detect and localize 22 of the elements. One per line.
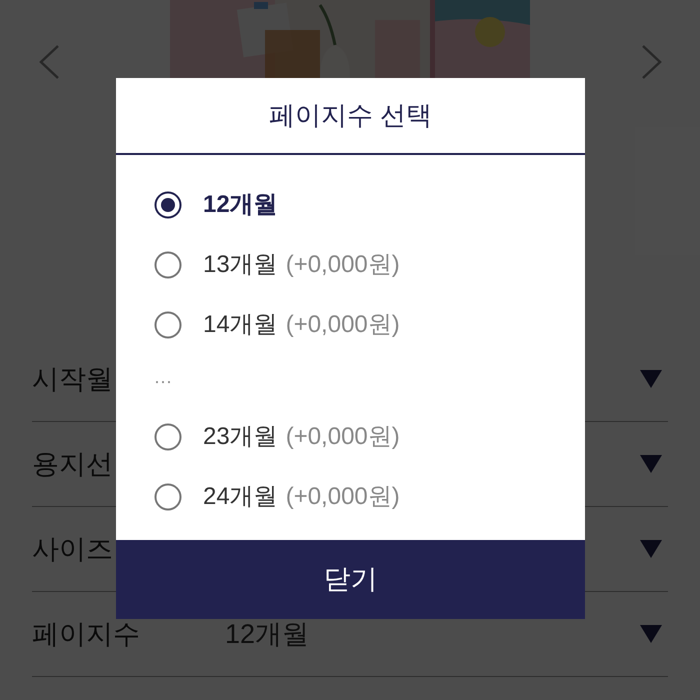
row-value: 12개월 [225, 618, 310, 651]
row-label: 시작월 [32, 364, 113, 394]
radio-option[interactable]: 24개월 (+0,000원) [116, 467, 585, 527]
dialog-title: 페이지수 선택 [116, 78, 585, 155]
option-label: 24개월 [203, 482, 278, 512]
row-label: 용지선 [32, 448, 113, 479]
option-price: (+0,000원) [286, 310, 400, 340]
radio-option[interactable]: 13개월 (+0,000원) [116, 235, 585, 295]
option-label: 13개월 [203, 250, 278, 280]
radio-option[interactable]: 14개월 (+0,000원) [116, 295, 585, 355]
row-label: 사이즈 [32, 534, 113, 564]
option-price: (+0,000원) [286, 250, 400, 280]
row-label: 페이지수 [32, 618, 140, 649]
radio-option[interactable]: 12개월 [116, 175, 585, 235]
option-label: 12개월 [203, 190, 278, 220]
radio-option[interactable]: 23개월 (+0,000원) [116, 407, 585, 467]
option-label: 14개월 [203, 310, 278, 340]
option-label: 23개월 [203, 422, 278, 452]
option-price: (+0,000원) [286, 482, 400, 512]
close-button[interactable]: 닫기 [116, 540, 585, 619]
more-indicator: ··· [154, 370, 172, 392]
option-price: (+0,000원) [286, 422, 400, 452]
